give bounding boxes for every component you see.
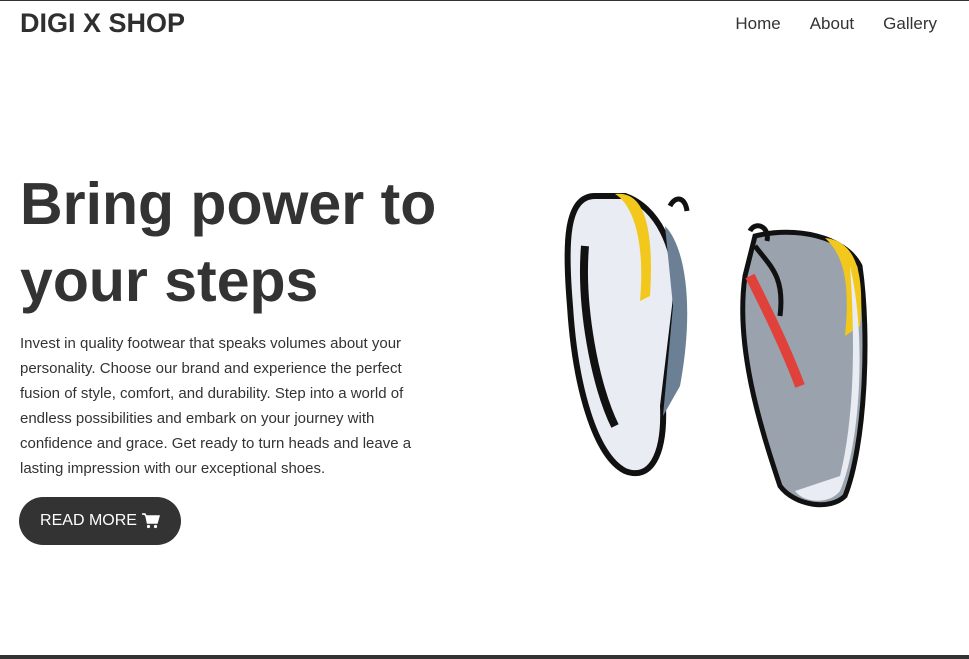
- nav-about[interactable]: About: [810, 14, 854, 34]
- left-shoe: [564, 193, 690, 477]
- hero-description: Invest in quality footwear that speaks v…: [20, 335, 412, 477]
- nav-home[interactable]: Home: [735, 14, 780, 34]
- main-nav: Home About Gallery: [735, 14, 937, 34]
- hero-title: Bring power to your steps: [20, 171, 437, 314]
- read-more-button[interactable]: READ MORE: [19, 497, 181, 545]
- site-logo[interactable]: DIGI X SHOP: [20, 8, 185, 39]
- read-more-label: READ MORE: [40, 512, 137, 529]
- nav-gallery[interactable]: Gallery: [883, 14, 937, 34]
- right-shoe: [740, 223, 868, 508]
- shoes-image: [564, 193, 868, 508]
- footer-bar: [0, 655, 969, 659]
- cart-icon: [141, 513, 160, 529]
